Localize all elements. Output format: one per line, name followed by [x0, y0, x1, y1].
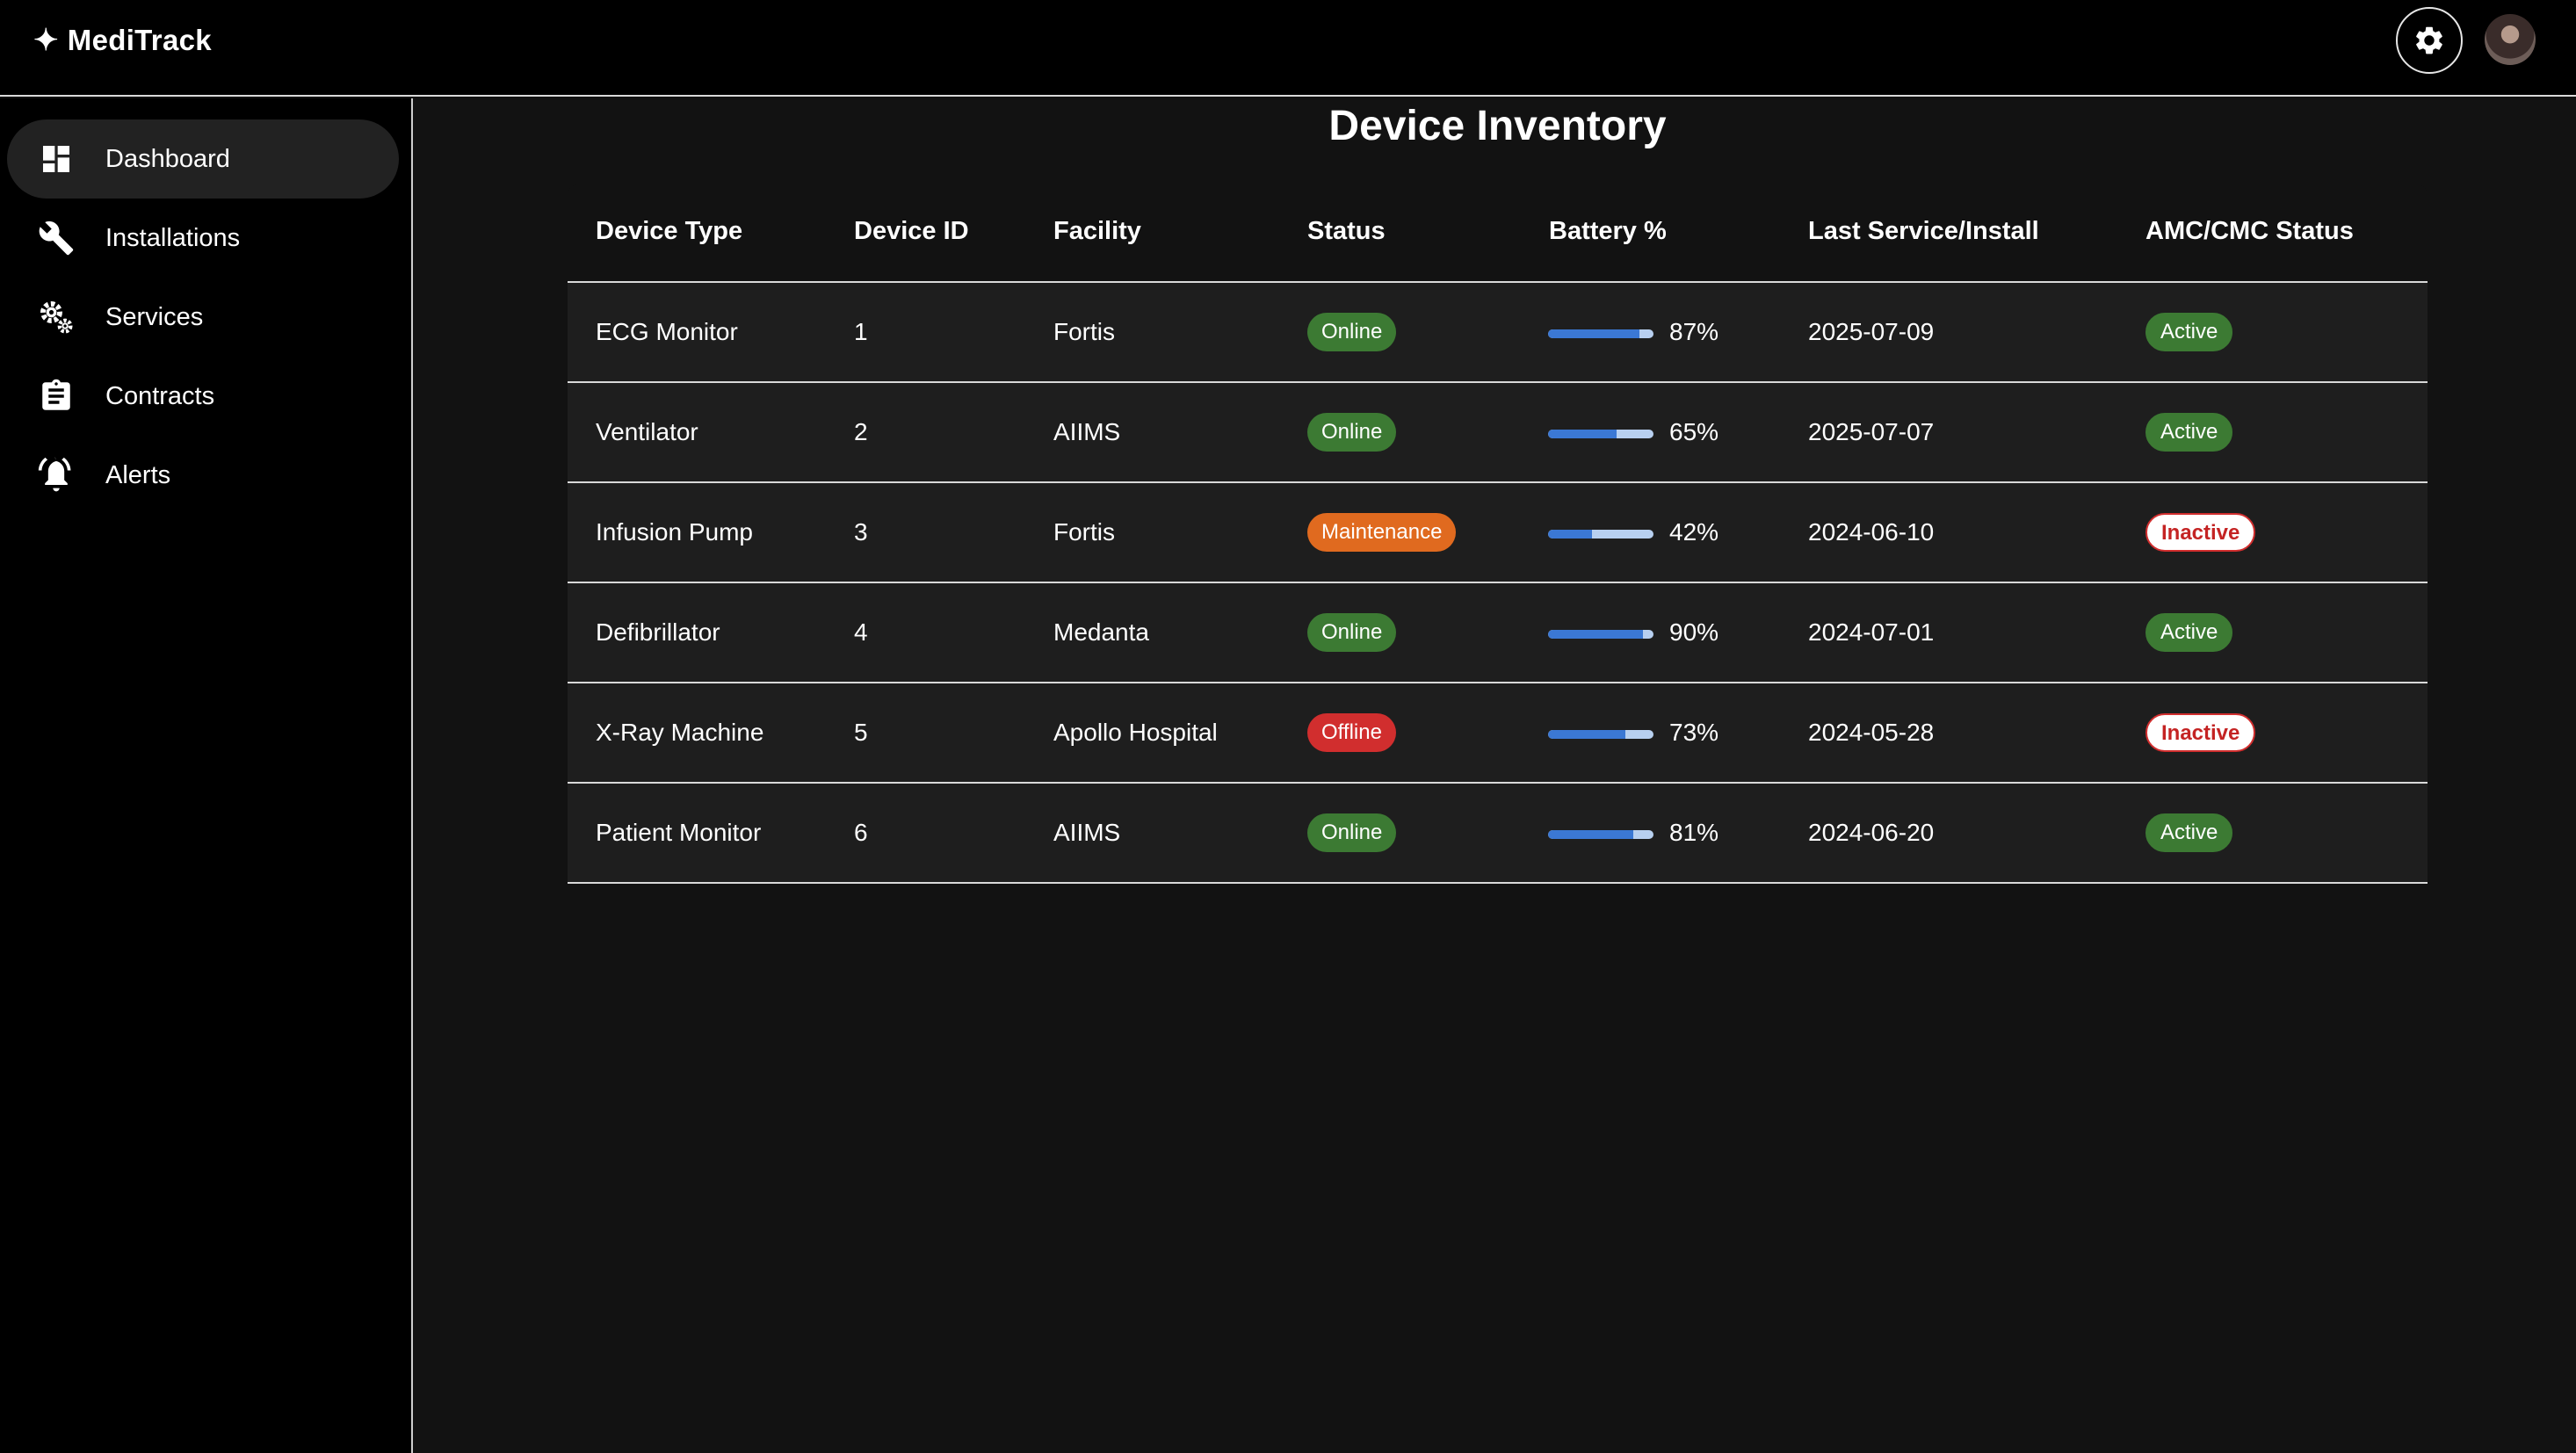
- dashboard-icon: [37, 140, 76, 178]
- cell-last-service: 2024-07-01: [1808, 618, 1935, 646]
- cell-facility: AIIMS: [1053, 819, 1121, 846]
- column-header-battery[interactable]: Battery %: [1549, 217, 1667, 246]
- user-avatar[interactable]: [2485, 14, 2536, 65]
- battery-bar: [1548, 530, 1653, 539]
- battery-bar: [1548, 830, 1653, 839]
- table-row[interactable]: ECG Monitor 1 Fortis Online 87% 2025-07-09 Act…: [568, 283, 2428, 383]
- cell-device-type: ECG Monitor: [596, 318, 738, 345]
- battery-bar-fill: [1548, 730, 1625, 739]
- sidebar-item-alerts[interactable]: Alerts: [7, 436, 399, 515]
- cell-last-service: 2024-05-28: [1808, 719, 1935, 746]
- battery-bar-fill: [1548, 430, 1617, 438]
- sidebar-item-dashboard[interactable]: Dashboard: [7, 119, 399, 199]
- table-row[interactable]: Patient Monitor 6 AIIMS Online 81% 2024-06-20…: [568, 784, 2428, 884]
- sparkle-icon: ✦: [33, 24, 59, 57]
- sidebar-item-label: Installations: [105, 223, 241, 252]
- battery-bar: [1548, 630, 1653, 639]
- cell-device-id: 4: [854, 618, 868, 646]
- app-logo[interactable]: ✦ MediTrack: [33, 23, 212, 58]
- cell-facility: Fortis: [1053, 518, 1115, 546]
- top-bar: ✦ MediTrack: [0, 0, 2576, 97]
- amc-status-badge: Active: [2145, 613, 2233, 652]
- column-header-status[interactable]: Status: [1307, 217, 1386, 246]
- amc-status-badge: Active: [2145, 813, 2233, 852]
- cell-device-type: Defibrillator: [596, 618, 720, 646]
- cell-device-id: 5: [854, 719, 868, 746]
- sidebar-item-installations[interactable]: Installations: [7, 199, 399, 278]
- sidebar-item-label: Dashboard: [105, 144, 230, 173]
- wrench-icon: [37, 219, 76, 257]
- amc-status-badge: Active: [2145, 313, 2233, 351]
- settings-button[interactable]: [2396, 7, 2463, 74]
- cell-last-service: 2024-06-10: [1808, 518, 1935, 546]
- battery-percent: 87%: [1669, 318, 1719, 345]
- amc-status-badge: Inactive: [2145, 513, 2256, 552]
- status-badge: Online: [1307, 413, 1397, 452]
- cell-device-id: 1: [854, 318, 868, 345]
- cell-facility: Apollo Hospital: [1053, 719, 1218, 746]
- battery-bar: [1548, 329, 1653, 338]
- cell-device-id: 6: [854, 819, 868, 846]
- status-badge: Offline: [1307, 713, 1396, 752]
- gear-icon: [2416, 26, 2442, 54]
- battery-percent: 42%: [1669, 518, 1719, 546]
- column-header-device-type[interactable]: Device Type: [596, 217, 742, 246]
- sidebar-item-label: Services: [105, 302, 204, 331]
- bell-icon: [37, 456, 76, 495]
- battery-percent: 65%: [1669, 418, 1719, 445]
- cell-last-service: 2025-07-09: [1808, 318, 1935, 345]
- clipboard-icon: [37, 377, 76, 416]
- cell-device-type: Infusion Pump: [596, 518, 753, 546]
- sidebar-item-services[interactable]: Services: [7, 278, 399, 357]
- cell-last-service: 2024-06-20: [1808, 819, 1935, 846]
- cell-device-id: 2: [854, 418, 868, 445]
- battery-bar-fill: [1548, 630, 1643, 639]
- battery-bar: [1548, 430, 1653, 438]
- amc-status-badge: Active: [2145, 413, 2233, 452]
- main-content: Device Inventory Device Type Device ID F…: [415, 98, 2576, 1453]
- sidebar-item-label: Contracts: [105, 381, 215, 410]
- table-row[interactable]: Infusion Pump 3 Fortis Maintenance 42% 2024-0…: [568, 483, 2428, 583]
- battery-bar-fill: [1548, 329, 1640, 338]
- device-table: Device Type Device ID Facility Status Ba…: [568, 184, 2428, 982]
- table-row[interactable]: Defibrillator 4 Medanta Online 90% 2024-07-01…: [568, 583, 2428, 683]
- cell-facility: Fortis: [1053, 318, 1115, 345]
- battery-percent: 81%: [1669, 819, 1719, 846]
- status-badge: Online: [1307, 613, 1397, 652]
- battery-percent: 73%: [1669, 719, 1719, 746]
- table-body: ECG Monitor 1 Fortis Online 87% 2025-07-09 Act…: [568, 283, 2428, 884]
- column-header-amc-status[interactable]: AMC/CMC Status: [2145, 217, 2354, 246]
- battery-bar-fill: [1548, 530, 1593, 539]
- column-header-facility[interactable]: Facility: [1053, 217, 1141, 246]
- status-badge: Online: [1307, 313, 1397, 351]
- page-title: Device Inventory: [1328, 103, 1667, 149]
- battery-percent: 90%: [1669, 618, 1719, 646]
- cell-facility: Medanta: [1053, 618, 1149, 646]
- status-badge: Online: [1307, 813, 1397, 852]
- gears-icon: [37, 298, 76, 336]
- cell-device-type: Ventilator: [596, 418, 698, 445]
- cell-device-id: 3: [854, 518, 868, 546]
- cell-device-type: Patient Monitor: [596, 819, 762, 846]
- app-name: MediTrack: [67, 24, 212, 56]
- status-badge: Maintenance: [1307, 513, 1457, 552]
- amc-status-badge: Inactive: [2145, 713, 2256, 752]
- cell-facility: AIIMS: [1053, 418, 1121, 445]
- cell-last-service: 2025-07-07: [1808, 418, 1935, 445]
- table-row[interactable]: X-Ray Machine 5 Apollo Hospital Offline 73% 2…: [568, 683, 2428, 784]
- sidebar: Dashboard Installations Services Contrac…: [0, 98, 413, 1453]
- cell-device-type: X-Ray Machine: [596, 719, 764, 746]
- table-row[interactable]: Ventilator 2 AIIMS Online 65% 2025-07-07 Activ…: [568, 383, 2428, 483]
- battery-bar-fill: [1548, 830, 1634, 839]
- table-header: Device Type Device ID Facility Status Ba…: [568, 184, 2428, 283]
- column-header-device-id[interactable]: Device ID: [854, 217, 969, 246]
- column-header-last-service[interactable]: Last Service/Install: [1808, 217, 2039, 246]
- sidebar-item-contracts[interactable]: Contracts: [7, 357, 399, 436]
- battery-bar: [1548, 730, 1653, 739]
- sidebar-item-label: Alerts: [105, 460, 171, 489]
